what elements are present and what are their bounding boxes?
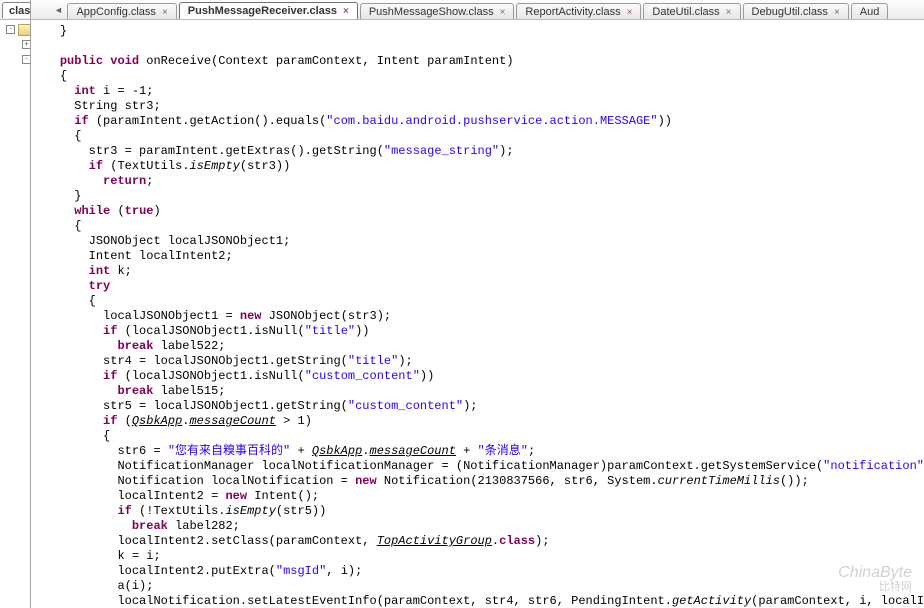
tree-node-service[interactable]: +service <box>0 472 30 487</box>
editor-tab-reportactivity-class[interactable]: ReportActivity.class × <box>516 3 641 19</box>
tree-node-bean[interactable]: +bean <box>0 112 30 127</box>
tab-label: PushMessageShow.class <box>369 6 494 18</box>
editor-tab-pushmessageshow-class[interactable]: PushMessageShow.class × <box>360 3 515 19</box>
editor-tab-aud[interactable]: Aud <box>851 3 889 19</box>
tree-node-model[interactable]: +model <box>0 262 30 277</box>
tab-label: Aud <box>860 6 880 18</box>
tree-body[interactable]: -com+org.apache.cordova-qsbk.app+activit… <box>0 20 30 608</box>
tree-node-a[interactable]: +a <box>0 367 30 382</box>
editor-tab-dateutil-class[interactable]: DateUtil.class × <box>643 3 740 19</box>
editor-panel: ◄ AppConfig.class×PushMessageReceiver.cl… <box>31 0 924 608</box>
close-icon[interactable]: × <box>162 7 168 18</box>
tree-node-manager[interactable]: +manager <box>0 232 30 247</box>
editor-tab-pushmessagereceiver-class[interactable]: PushMessageReceiver.class × <box>179 2 358 19</box>
tree-node-com[interactable]: -com <box>0 22 30 37</box>
code-editor[interactable]: } public void onReceive(Context paramCon… <box>31 20 924 608</box>
project-tree-panel: classes_dex2jar.jar -com+org.apache.cord… <box>0 0 31 608</box>
tree-node-qsbk-app[interactable]: -qsbk.app <box>0 52 30 67</box>
package-icon <box>18 24 30 36</box>
tree-node-utils[interactable]: +utils <box>0 517 30 532</box>
tree-node-f[interactable]: +f <box>0 442 30 457</box>
close-icon[interactable]: × <box>627 7 633 18</box>
editor-tab-appconfig-class[interactable]: AppConfig.class × <box>67 3 176 19</box>
tab-nav-left-icon[interactable]: ◄ <box>51 5 65 15</box>
tab-label: DateUtil.class <box>652 6 719 18</box>
tab-label: PushMessageReceiver.class <box>188 5 337 17</box>
tree-node-appcontext[interactable]: +AppContext <box>0 577 30 592</box>
tree-node-compat[interactable]: +compat <box>0 157 30 172</box>
expander-icon[interactable]: - <box>22 55 30 64</box>
tree-node-report[interactable]: +report <box>0 457 30 472</box>
tab-label: ReportActivity.class <box>525 6 620 18</box>
tree-node-d[interactable]: +d <box>0 412 30 427</box>
expander-icon[interactable]: + <box>22 40 30 49</box>
tree-node-pushmessagereceiver[interactable]: PushMessageReceiver <box>0 307 30 322</box>
tree-node-provider[interactable]: +provider <box>0 277 30 292</box>
tree-node-loader[interactable]: +loader <box>0 217 30 232</box>
editor-tab-debugutil-class[interactable]: DebugUtil.class × <box>743 3 849 19</box>
tree-node-widget[interactable]: +widget <box>0 532 30 547</box>
tree-node-cache[interactable]: +cache <box>0 127 30 142</box>
tree-node-message[interactable]: +message <box>0 247 30 262</box>
tree-tab-bar: classes_dex2jar.jar <box>0 0 30 20</box>
tree-node-utils[interactable]: Utils <box>0 352 30 367</box>
close-icon[interactable]: × <box>500 7 506 18</box>
close-icon[interactable]: × <box>726 7 732 18</box>
tree-node-b[interactable]: +b <box>0 382 30 397</box>
tree-node-about[interactable]: +About <box>0 547 30 562</box>
tree-node-appconfig[interactable]: +AppConfig <box>0 562 30 577</box>
editor-tab-bar: ◄ AppConfig.class×PushMessageReceiver.cl… <box>31 0 924 20</box>
tree-node-push[interactable]: -push <box>0 292 30 307</box>
tab-label: DebugUtil.class <box>752 6 828 18</box>
tree-node-c[interactable]: +c <box>0 397 30 412</box>
tab-label: AppConfig.class <box>76 6 156 18</box>
expander-icon[interactable]: - <box>6 25 15 34</box>
tree-node-common[interactable]: +common <box>0 142 30 157</box>
tree-node-core[interactable]: +core <box>0 172 30 187</box>
tree-node-api[interactable]: +api <box>0 97 30 112</box>
close-icon[interactable]: × <box>343 6 349 17</box>
tree-node-pushmessageshow[interactable]: PushMessageShow <box>0 322 30 337</box>
tree-node-activity[interactable]: +activity <box>0 67 30 82</box>
tree-node-exception[interactable]: +exception <box>0 202 30 217</box>
tree-node-appmanager[interactable]: +AppManager <box>0 592 30 607</box>
tree-node-share[interactable]: +share <box>0 487 30 502</box>
tree-node-e[interactable]: +e <box>0 427 30 442</box>
tree-tab[interactable]: classes_dex2jar.jar <box>2 2 31 18</box>
close-icon[interactable]: × <box>834 7 840 18</box>
tree-node-pushpingback[interactable]: PushPingBack <box>0 337 30 352</box>
tree-node-org-apache-cordova[interactable]: +org.apache.cordova <box>0 37 30 52</box>
tree-node-database[interactable]: +database <box>0 187 30 202</box>
tree-node-adapter[interactable]: +adapter <box>0 82 30 97</box>
tree-node-thirdparty[interactable]: +thirdparty <box>0 502 30 517</box>
